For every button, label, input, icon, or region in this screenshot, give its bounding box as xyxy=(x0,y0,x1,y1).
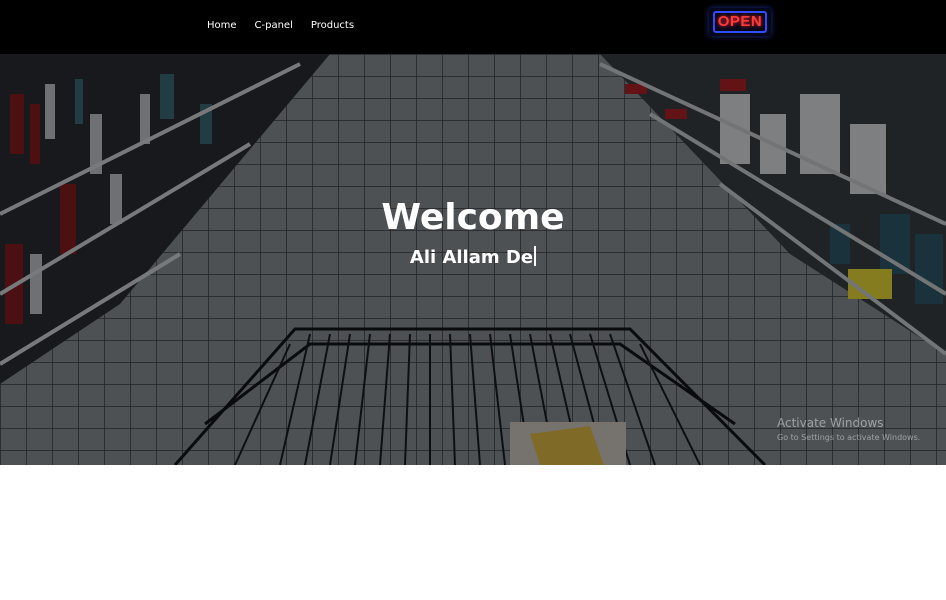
watermark-title: Activate Windows xyxy=(777,416,884,430)
typing-cursor xyxy=(534,246,537,266)
nav-link-cpanel[interactable]: C-panel xyxy=(255,20,293,31)
open-sign-logo: OPEN xyxy=(709,8,771,36)
nav-link-products[interactable]: Products xyxy=(311,20,354,31)
hero-banner: Welcome Ali Allam De Activate Windows Go… xyxy=(0,54,946,465)
watermark-subtitle: Go to Settings to activate Windows. xyxy=(777,433,921,442)
hero-subtitle-wrap: Ali Allam De xyxy=(0,246,946,268)
hero-title: Welcome xyxy=(381,197,565,238)
open-sign-text: OPEN xyxy=(712,11,768,33)
nav-link-home[interactable]: Home xyxy=(207,20,237,31)
navbar: Home C-panel Products OPEN xyxy=(0,0,946,54)
nav-links: Home C-panel Products xyxy=(207,20,354,31)
windows-activation-watermark: Activate Windows Go to Settings to activ… xyxy=(777,416,920,442)
hero-subtitle: Ali Allam De xyxy=(409,247,534,268)
